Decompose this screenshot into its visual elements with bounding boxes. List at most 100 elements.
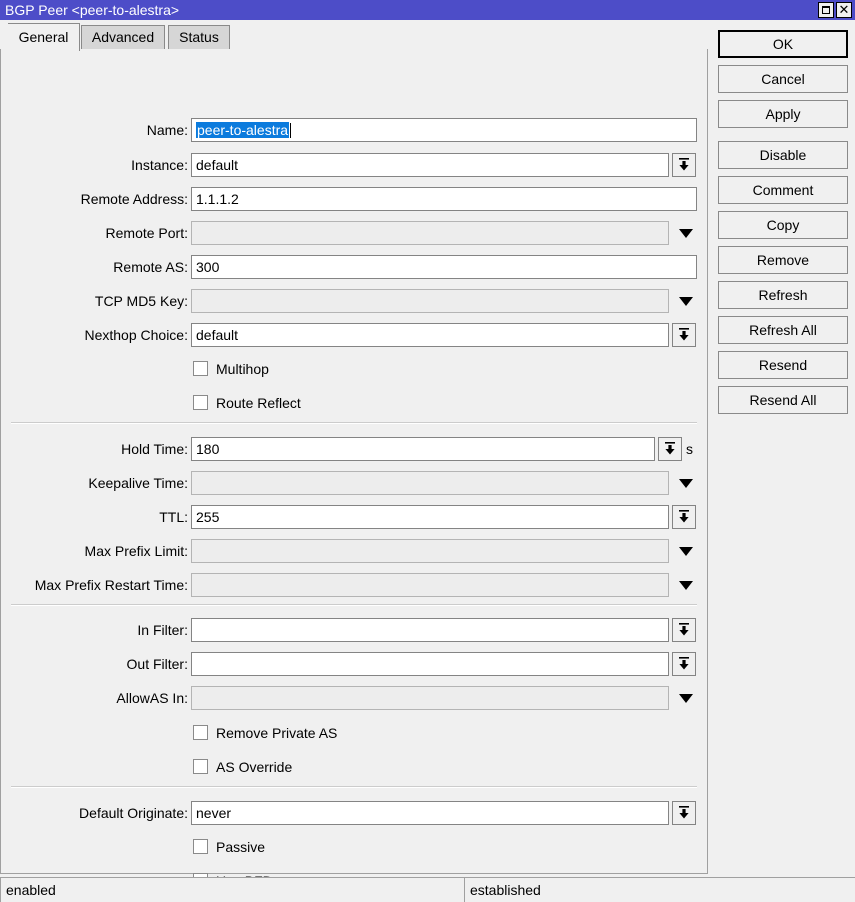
- refresh-button[interactable]: Refresh: [718, 281, 848, 309]
- name-input[interactable]: peer-to-alestra: [191, 118, 697, 142]
- ttl-spinner-button[interactable]: [672, 505, 696, 529]
- name-selected-text: peer-to-alestra: [196, 122, 289, 138]
- chevron-down-icon: [662, 441, 678, 457]
- window-title: BGP Peer <peer-to-alestra>: [0, 0, 179, 20]
- chevron-down-icon: [679, 479, 693, 488]
- allowas-in-label-wrap: AllowAS In:: [1, 686, 188, 710]
- apply-button[interactable]: Apply: [718, 100, 848, 128]
- chevron-down-icon: [676, 327, 692, 343]
- tcp-md5-key-input[interactable]: [191, 289, 669, 313]
- status-bar: enabledestablished: [0, 877, 855, 902]
- ttl-input[interactable]: 255: [191, 505, 669, 529]
- instance-label: Instance:: [131, 153, 188, 177]
- section-divider: [11, 786, 697, 788]
- tcp-md5-key-dropdown-button[interactable]: [675, 289, 697, 313]
- keepalive-time-input[interactable]: [191, 471, 669, 495]
- max-prefix-restart-time-input[interactable]: [191, 573, 669, 597]
- general-tab-panel: Name:peer-to-alestraInstance:defaultRemo…: [0, 49, 708, 874]
- resend-button[interactable]: Resend: [718, 351, 848, 379]
- passive-checkbox-label: Passive: [216, 837, 265, 859]
- max-prefix-limit-input[interactable]: [191, 539, 669, 563]
- remove-button[interactable]: Remove: [718, 246, 848, 274]
- in-filter-label-wrap: In Filter:: [1, 618, 188, 642]
- max-prefix-limit-dropdown-button[interactable]: [675, 539, 697, 563]
- remove-private-as-checkbox[interactable]: [193, 725, 208, 740]
- ok-button[interactable]: OK: [718, 30, 848, 58]
- chevron-down-icon: [679, 694, 693, 703]
- chevron-down-icon: [679, 581, 693, 590]
- hold-time-label: Hold Time:: [121, 437, 188, 461]
- remote-as-value: 300: [196, 259, 219, 275]
- ttl-value: 255: [196, 509, 219, 525]
- default-originate-spinner-button[interactable]: [672, 801, 696, 825]
- keepalive-time-dropdown-button[interactable]: [675, 471, 697, 495]
- title-bar: BGP Peer <peer-to-alestra> ✕: [0, 0, 855, 20]
- remote-address-value: 1.1.1.2: [196, 191, 239, 207]
- passive-checkbox[interactable]: [193, 839, 208, 854]
- out-filter-label: Out Filter:: [127, 652, 188, 676]
- remote-as-label-wrap: Remote AS:: [1, 255, 188, 279]
- chevron-down-icon: [676, 157, 692, 173]
- allowas-in-input[interactable]: [191, 686, 669, 710]
- remote-port-input[interactable]: [191, 221, 669, 245]
- route-reflect-checkbox-label: Route Reflect: [216, 393, 301, 415]
- tab-status[interactable]: Status: [168, 25, 230, 50]
- default-originate-value: never: [196, 805, 231, 821]
- remote-port-dropdown-button[interactable]: [675, 221, 697, 245]
- nexthop-choice-input[interactable]: default: [191, 323, 669, 347]
- copy-button[interactable]: Copy: [718, 211, 848, 239]
- in-filter-input[interactable]: [191, 618, 669, 642]
- route-reflect-checkbox[interactable]: [193, 395, 208, 410]
- chevron-down-icon: [676, 656, 692, 672]
- nexthop-choice-spinner-button[interactable]: [672, 323, 696, 347]
- chevron-down-icon: [679, 547, 693, 556]
- out-filter-label-wrap: Out Filter:: [1, 652, 188, 676]
- refresh-all-button[interactable]: Refresh All: [718, 316, 848, 344]
- hold-time-spinner-button[interactable]: [658, 437, 682, 461]
- default-originate-input[interactable]: never: [191, 801, 669, 825]
- in-filter-label: In Filter:: [137, 618, 188, 642]
- max-prefix-limit-label-wrap: Max Prefix Limit:: [1, 539, 188, 563]
- instance-value: default: [196, 157, 238, 173]
- remote-as-input[interactable]: 300: [191, 255, 697, 279]
- in-filter-spinner-button[interactable]: [672, 618, 696, 642]
- status-pane-enabled: enabled: [0, 877, 465, 902]
- close-icon[interactable]: ✕: [836, 2, 852, 18]
- keepalive-time-label-wrap: Keepalive Time:: [1, 471, 188, 495]
- bgp-peer-dialog: BGP Peer <peer-to-alestra> ✕ GeneralAdva…: [0, 0, 855, 902]
- text-cursor: [290, 123, 291, 138]
- chevron-down-icon: [676, 509, 692, 525]
- tab-general[interactable]: General: [8, 23, 80, 51]
- out-filter-spinner-button[interactable]: [672, 652, 696, 676]
- tab-advanced[interactable]: Advanced: [81, 25, 165, 50]
- remote-as-label: Remote AS:: [113, 255, 188, 279]
- disable-button[interactable]: Disable: [718, 141, 848, 169]
- multihop-checkbox-label: Multihop: [216, 359, 269, 381]
- tcp-md5-key-label-wrap: TCP MD5 Key:: [1, 289, 188, 313]
- max-prefix-restart-time-label: Max Prefix Restart Time:: [35, 573, 188, 597]
- instance-spinner-button[interactable]: [672, 153, 696, 177]
- allowas-in-dropdown-button[interactable]: [675, 686, 697, 710]
- default-originate-label-wrap: Default Originate:: [1, 801, 188, 825]
- instance-input[interactable]: default: [191, 153, 669, 177]
- remote-port-label: Remote Port:: [106, 221, 188, 245]
- chevron-down-icon: [676, 622, 692, 638]
- out-filter-input[interactable]: [191, 652, 669, 676]
- hold-time-input[interactable]: 180: [191, 437, 655, 461]
- chevron-down-icon: [679, 229, 693, 238]
- multihop-checkbox[interactable]: [193, 361, 208, 376]
- nexthop-choice-value: default: [196, 327, 238, 343]
- max-prefix-restart-time-dropdown-button[interactable]: [675, 573, 697, 597]
- maximize-icon[interactable]: [818, 2, 834, 18]
- remote-address-input[interactable]: 1.1.1.2: [191, 187, 697, 211]
- max-prefix-restart-time-label-wrap: Max Prefix Restart Time:: [1, 573, 188, 597]
- resend-all-button[interactable]: Resend All: [718, 386, 848, 414]
- as-override-checkbox-label: AS Override: [216, 757, 292, 779]
- comment-button[interactable]: Comment: [718, 176, 848, 204]
- as-override-checkbox[interactable]: [193, 759, 208, 774]
- tcp-md5-key-label: TCP MD5 Key:: [95, 289, 188, 313]
- hold-time-unit-label: s: [686, 437, 693, 461]
- nexthop-choice-label-wrap: Nexthop Choice:: [1, 323, 188, 347]
- cancel-button[interactable]: Cancel: [718, 65, 848, 93]
- default-originate-label: Default Originate:: [79, 801, 188, 825]
